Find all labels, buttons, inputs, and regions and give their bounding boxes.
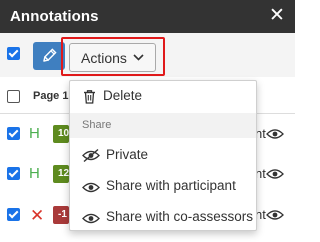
eye-slash-icon	[82, 148, 100, 163]
delete-label: Delete	[103, 88, 143, 103]
menu-item-private[interactable]: Private	[70, 141, 256, 171]
close-icon[interactable]: ✕	[269, 6, 285, 25]
share-coassessors-label: Share with co-assessors	[106, 209, 254, 224]
actions-menu: Delete Share Private Share with particip…	[69, 80, 257, 231]
trash-icon	[84, 90, 95, 104]
eye-icon	[266, 169, 284, 179]
score-tag: 12	[53, 165, 69, 183]
eye-icon	[82, 182, 100, 193]
score-tag: -1	[53, 206, 69, 224]
actions-dropdown-button[interactable]: Actions	[69, 43, 156, 72]
actions-label: Actions	[81, 50, 127, 66]
eye-icon	[266, 129, 284, 139]
share-participant-label: Share with participant	[106, 178, 236, 193]
eye-icon	[82, 213, 100, 224]
menu-item-share-with-co-assessors[interactable]: Share with co-assessors	[70, 202, 256, 232]
page-select-checkbox[interactable]	[7, 90, 20, 103]
row-checkbox[interactable]	[7, 208, 20, 221]
row-checkbox[interactable]	[7, 127, 20, 140]
select-all-checkbox[interactable]	[7, 47, 20, 60]
share-section-label: Share	[82, 119, 112, 131]
row-checkbox[interactable]	[7, 167, 20, 180]
menu-section-share: Share	[70, 113, 256, 138]
eye-icon	[266, 210, 284, 220]
cross-icon: ✕	[30, 206, 45, 225]
highlight-icon: H	[29, 165, 40, 182]
menu-item-delete[interactable]: Delete	[70, 81, 256, 113]
page-column-label: Page 1	[33, 90, 69, 102]
private-label: Private	[106, 147, 149, 162]
menu-item-share-with-participant[interactable]: Share with participant	[70, 172, 256, 202]
chevron-down-icon	[133, 54, 144, 61]
score-tag: 10	[53, 125, 69, 143]
panel-header: Annotations ✕	[0, 0, 295, 33]
highlight-icon: H	[29, 125, 40, 142]
panel-title: Annotations	[10, 8, 99, 25]
